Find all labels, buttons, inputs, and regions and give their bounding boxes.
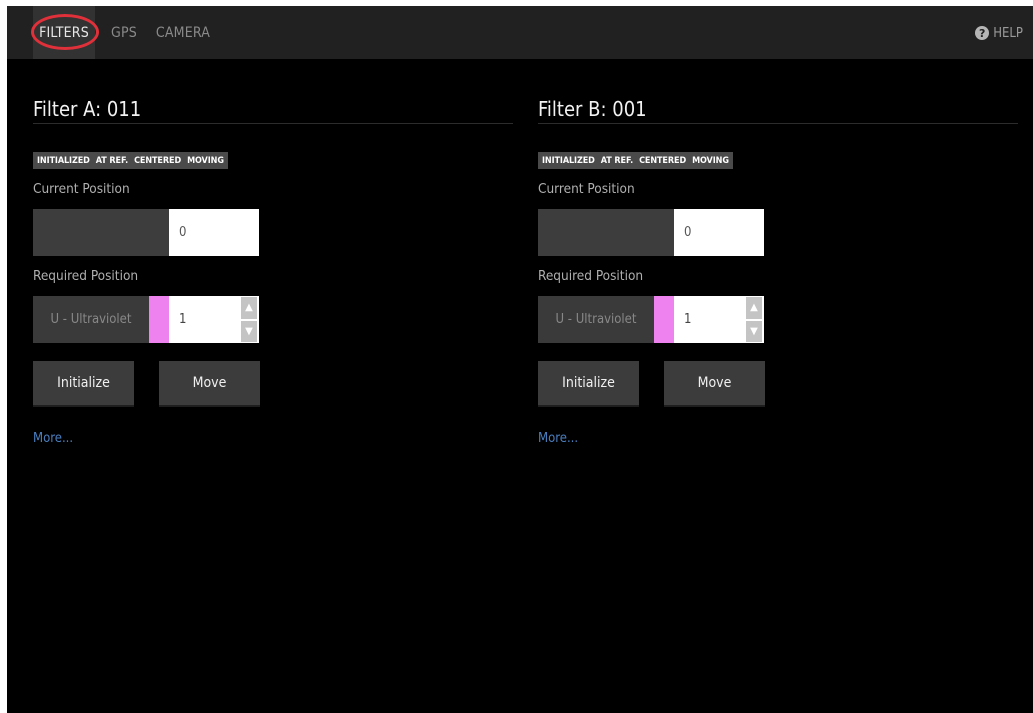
current-position-field: 0: [33, 209, 513, 256]
filter-a-actions: Initialize Move: [33, 361, 513, 407]
filter-select[interactable]: U - Ultraviolet: [538, 296, 654, 343]
stepper-down-icon[interactable]: ▼: [241, 320, 257, 342]
current-position-field: 0: [538, 209, 1018, 256]
required-position-label: Required Position: [33, 268, 139, 284]
tab-gps[interactable]: GPS: [107, 6, 141, 59]
tab-camera[interactable]: CAMERA: [153, 6, 213, 59]
top-navbar: FILTERS GPS CAMERA ? HELP: [7, 6, 1033, 59]
tab-filters[interactable]: FILTERS: [33, 6, 95, 59]
more-link[interactable]: More...: [33, 431, 73, 446]
current-position-bar: [538, 209, 674, 256]
filter-a-status-flags: INITIALIZED AT REF. CENTERED MOVING: [33, 152, 228, 169]
filter-a-title: Filter A: 011: [33, 96, 513, 124]
status-flag-centered: CENTERED: [639, 155, 687, 166]
stepper-up-icon[interactable]: ▲: [241, 297, 257, 319]
filter-select[interactable]: U - Ultraviolet: [33, 296, 149, 343]
status-flag-initialized: INITIALIZED: [542, 155, 595, 166]
required-position-stepper: ▲ ▼: [744, 296, 764, 343]
status-flag-initialized: INITIALIZED: [37, 155, 90, 166]
status-flag-at-ref: AT REF.: [95, 155, 129, 166]
required-position-field: U - Ultraviolet 1 ▲ ▼: [538, 296, 1018, 343]
filter-color-swatch: [654, 296, 674, 343]
required-position-input[interactable]: 1: [674, 296, 744, 343]
status-flag-centered: CENTERED: [134, 155, 182, 166]
current-position-bar: [33, 209, 169, 256]
move-button[interactable]: Move: [664, 361, 765, 407]
move-button[interactable]: Move: [159, 361, 260, 407]
filter-b-actions: Initialize Move: [538, 361, 1018, 407]
current-position-value: 0: [169, 209, 259, 256]
current-position-value: 0: [674, 209, 764, 256]
filter-b-status-flags: INITIALIZED AT REF. CENTERED MOVING: [538, 152, 733, 169]
status-flag-moving: MOVING: [692, 155, 729, 166]
app-screen: FILTERS GPS CAMERA ? HELP Filter A: 011 …: [7, 6, 1033, 713]
initialize-button[interactable]: Initialize: [33, 361, 134, 407]
current-position-label: Current Position: [538, 181, 635, 197]
help-label: HELP: [993, 25, 1023, 41]
help-link[interactable]: ? HELP: [975, 23, 1023, 43]
question-circle-icon: ?: [975, 26, 990, 40]
required-position-input[interactable]: 1: [169, 296, 239, 343]
filter-b-title: Filter B: 001: [538, 96, 1018, 124]
status-flag-at-ref: AT REF.: [600, 155, 634, 166]
required-position-label: Required Position: [538, 268, 644, 284]
stepper-up-icon[interactable]: ▲: [746, 297, 762, 319]
more-link[interactable]: More...: [538, 431, 578, 446]
current-position-label: Current Position: [33, 181, 130, 197]
required-position-stepper: ▲ ▼: [239, 296, 259, 343]
filter-a-panel: Filter A: 011 INITIALIZED AT REF. CENTER…: [33, 96, 513, 446]
stepper-down-icon[interactable]: ▼: [746, 320, 762, 342]
required-position-field: U - Ultraviolet 1 ▲ ▼: [33, 296, 513, 343]
status-flag-moving: MOVING: [187, 155, 224, 166]
filter-b-panel: Filter B: 001 INITIALIZED AT REF. CENTER…: [538, 96, 1018, 446]
initialize-button[interactable]: Initialize: [538, 361, 639, 407]
filter-color-swatch: [149, 296, 169, 343]
